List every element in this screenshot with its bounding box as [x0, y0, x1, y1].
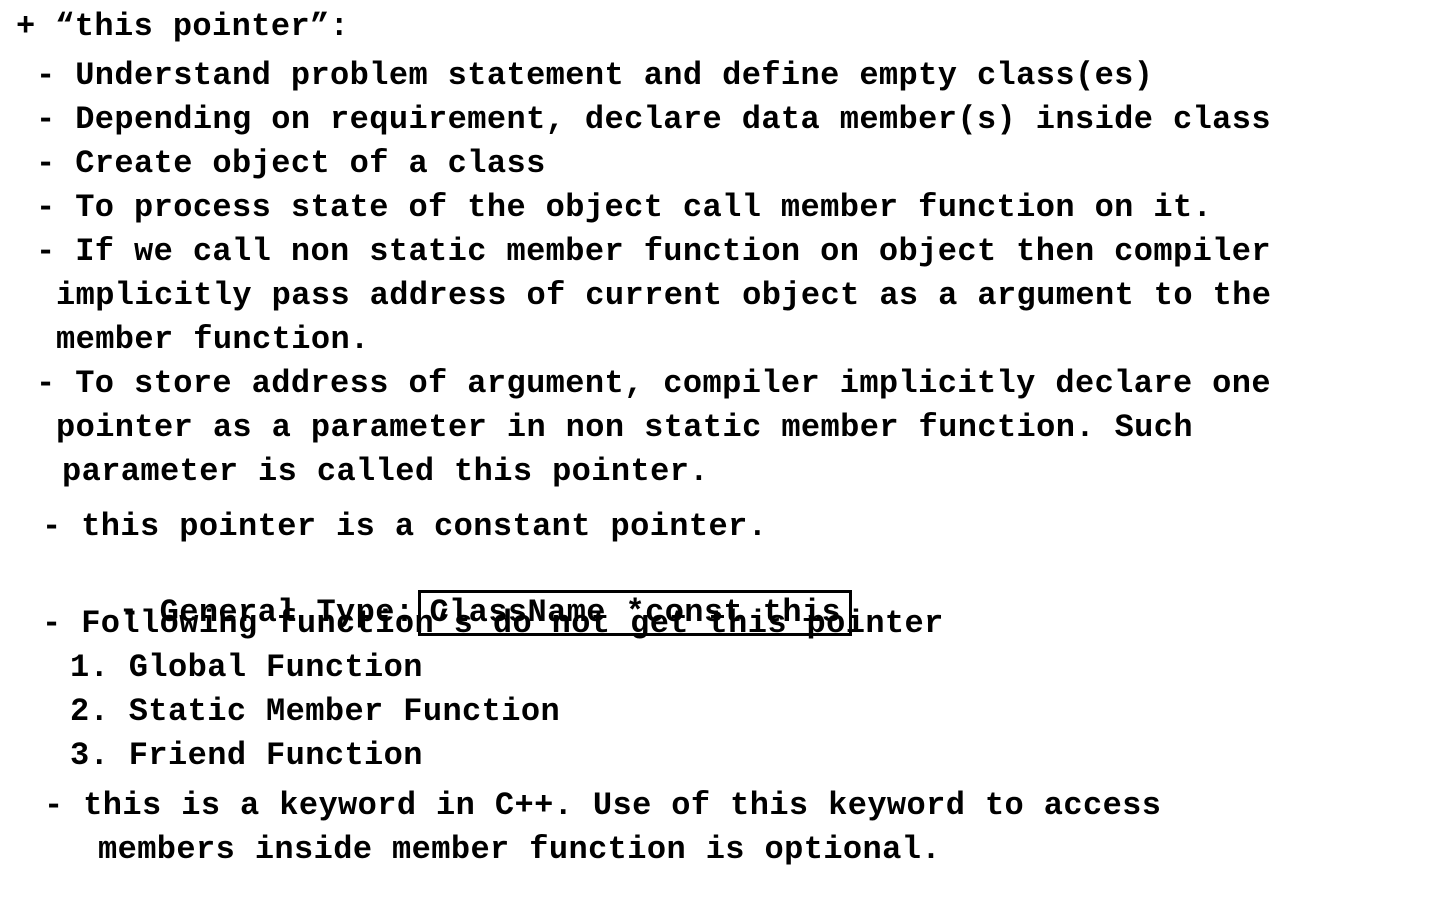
list-item-static-member-function: 2. Static Member Function: [70, 693, 561, 730]
slide-heading: + “this pointer”:: [16, 8, 350, 45]
bullet-implicit-address-line3: member function.: [56, 321, 370, 358]
slide: + “this pointer”: - Understand problem s…: [0, 0, 1440, 900]
bullet-declare-members: - Depending on requirement, declare data…: [36, 101, 1271, 138]
bullet-implicit-address-line2: implicitly pass address of current objec…: [56, 277, 1272, 314]
bullet-no-this-pointer: - Following function’s do not get this p…: [42, 605, 944, 642]
bullet-this-parameter-line3: parameter is called this pointer.: [62, 453, 709, 490]
list-item-global-function: 1. Global Function: [70, 649, 423, 686]
bullet-create-object: - Create object of a class: [36, 145, 546, 182]
bullet-this-keyword-line2: members inside member function is option…: [98, 831, 941, 868]
bullet-this-keyword-line1: - this is a keyword in C++. Use of this …: [44, 787, 1162, 824]
bullet-constant-pointer: - this pointer is a constant pointer.: [42, 508, 768, 545]
bullet-implicit-address-line1: - If we call non static member function …: [36, 233, 1271, 270]
bullet-call-member-function: - To process state of the object call me…: [36, 189, 1213, 226]
bullet-define-class: - Understand problem statement and defin…: [36, 57, 1154, 94]
bullet-this-parameter-line1: - To store address of argument, compiler…: [36, 365, 1271, 402]
list-item-friend-function: 3. Friend Function: [70, 737, 423, 774]
bullet-this-parameter-line2: pointer as a parameter in non static mem…: [56, 409, 1193, 446]
